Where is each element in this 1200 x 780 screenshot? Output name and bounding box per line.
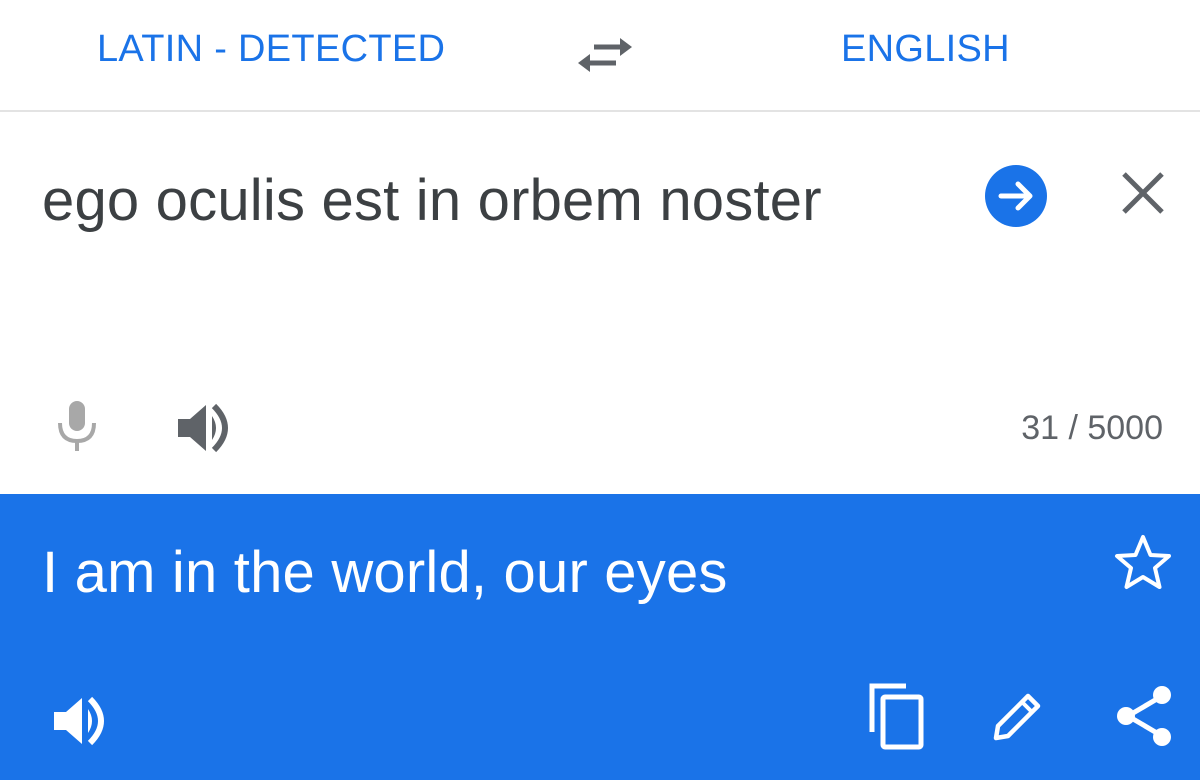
speaker-icon bbox=[176, 402, 238, 454]
listen-translation-button[interactable] bbox=[52, 694, 114, 748]
microphone-button[interactable] bbox=[52, 399, 102, 453]
copy-icon bbox=[866, 682, 930, 752]
microphone-icon bbox=[52, 399, 102, 453]
translation-output-area: I am in the world, our eyes bbox=[0, 494, 1200, 780]
clear-input-button[interactable] bbox=[1118, 168, 1168, 218]
swap-languages-button[interactable] bbox=[574, 30, 636, 80]
translated-text: I am in the world, our eyes bbox=[42, 540, 728, 605]
language-bar: LATIN - DETECTED ENGLISH bbox=[0, 0, 1200, 112]
translate-go-button[interactable] bbox=[984, 164, 1048, 228]
source-language-button[interactable]: LATIN - DETECTED bbox=[97, 24, 445, 74]
edit-translation-button[interactable] bbox=[990, 690, 1044, 744]
pencil-icon bbox=[990, 690, 1044, 744]
arrow-right-circle-icon bbox=[984, 164, 1048, 228]
share-translation-button[interactable] bbox=[1114, 684, 1176, 748]
listen-source-button[interactable] bbox=[176, 402, 238, 454]
star-outline-icon bbox=[1112, 534, 1174, 592]
character-count: 31 / 5000 bbox=[1021, 409, 1163, 447]
target-language-button[interactable]: ENGLISH bbox=[841, 24, 1010, 74]
share-icon bbox=[1114, 684, 1176, 748]
copy-translation-button[interactable] bbox=[866, 682, 930, 752]
save-translation-button[interactable] bbox=[1112, 534, 1174, 592]
swap-arrows-icon bbox=[574, 30, 636, 80]
source-input-area: ego oculis est in orbem noster 31 / 5000 bbox=[0, 114, 1200, 494]
close-icon bbox=[1118, 168, 1168, 218]
speaker-icon bbox=[52, 694, 114, 748]
source-text-input[interactable]: ego oculis est in orbem noster bbox=[42, 166, 822, 236]
